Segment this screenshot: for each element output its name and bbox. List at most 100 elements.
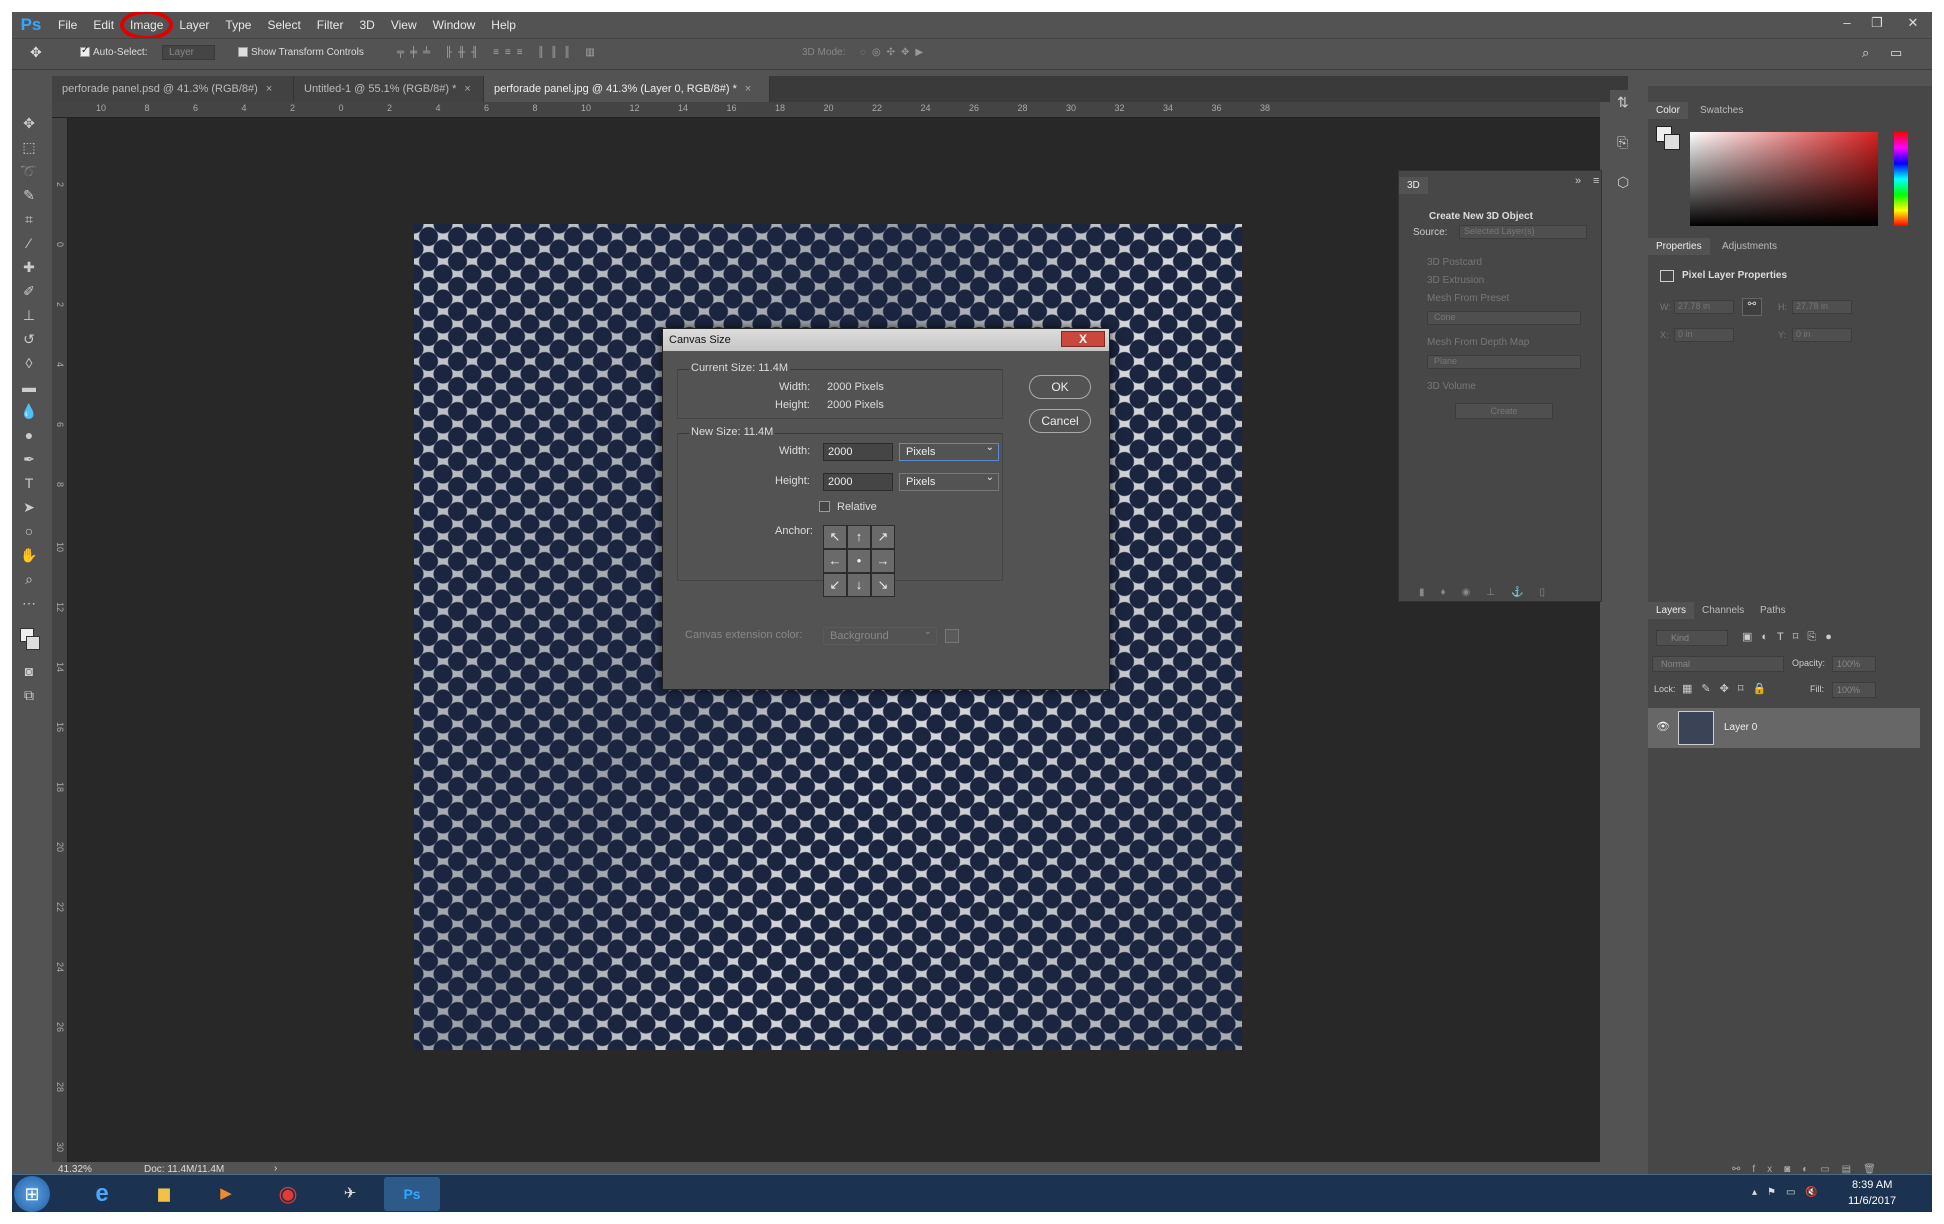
- tab-swatches[interactable]: Swatches: [1692, 102, 1751, 119]
- color-spectrum[interactable]: [1690, 132, 1878, 226]
- anchor-bottom-left[interactable]: ↙: [823, 573, 847, 597]
- x-input[interactable]: 0 in: [1674, 328, 1734, 342]
- menu-3d[interactable]: 3D: [351, 12, 382, 38]
- fill-input[interactable]: 100%: [1832, 682, 1876, 698]
- visibility-eye-icon[interactable]: 👁: [1656, 720, 1670, 733]
- show-transform-checkbox[interactable]: Show Transform Controls: [238, 47, 364, 58]
- anchor-top-left[interactable]: ↖: [823, 525, 847, 549]
- move-tool-icon[interactable]: ✥: [30, 44, 42, 61]
- background-color-swatch[interactable]: [26, 636, 40, 650]
- lasso-tool-icon[interactable]: ➰: [20, 162, 38, 180]
- eraser-tool-icon[interactable]: ◊: [20, 354, 38, 372]
- option-3d-volume[interactable]: 3D Volume: [1427, 381, 1476, 392]
- screen-mode-icon[interactable]: ⧉: [20, 686, 38, 704]
- clock-date[interactable]: 11/6/2017: [1848, 1195, 1896, 1207]
- layer-name[interactable]: Layer 0: [1724, 722, 1757, 733]
- height-unit-select[interactable]: Pixels: [899, 471, 999, 491]
- width-unit-select[interactable]: Pixels: [899, 441, 999, 461]
- tab-3d[interactable]: 3D: [1399, 177, 1428, 194]
- anchor-center[interactable]: •: [847, 549, 871, 573]
- layer-row-layer-0[interactable]: 👁 Layer 0: [1648, 708, 1920, 748]
- tab-color[interactable]: Color: [1648, 102, 1688, 119]
- quick-mask-icon[interactable]: ◙: [20, 662, 38, 680]
- lock-icons[interactable]: ▦✎✥⌑🔒: [1682, 682, 1775, 695]
- option-3d-extrusion[interactable]: 3D Extrusion: [1427, 275, 1484, 286]
- option-mesh-from-preset[interactable]: Mesh From Preset: [1427, 293, 1509, 304]
- width-input[interactable]: 2000: [823, 443, 893, 461]
- anchor-right[interactable]: →: [871, 549, 895, 573]
- hand-tool-icon[interactable]: ✋: [20, 546, 38, 564]
- tab-untitled-1[interactable]: Untitled-1 @ 55.1% (RGB/8#) * ×: [294, 76, 484, 102]
- eyedropper-tool-icon[interactable]: ⁄: [20, 234, 38, 252]
- move-tool-icon[interactable]: ✥: [20, 114, 38, 132]
- menu-view[interactable]: View: [383, 12, 425, 38]
- relative-checkbox[interactable]: [819, 501, 830, 512]
- workspace-icon[interactable]: ▭: [1890, 45, 1902, 61]
- chrome-taskbar-icon[interactable]: ◉: [260, 1177, 316, 1211]
- system-tray-icons[interactable]: ▴⚑▭🔇: [1752, 1187, 1828, 1198]
- 3d-panel-icon[interactable]: ⬡: [1617, 174, 1629, 191]
- preset-select[interactable]: Cone: [1427, 311, 1581, 325]
- app-taskbar-icon[interactable]: ✈: [322, 1177, 378, 1211]
- menu-filter[interactable]: Filter: [309, 12, 352, 38]
- 3d-mode-icons[interactable]: ◌◎✣✥▶: [860, 47, 929, 58]
- close-icon[interactable]: ×: [266, 83, 272, 95]
- anchor-bottom-right[interactable]: ↘: [871, 573, 895, 597]
- layer-filter-icons[interactable]: ▣◐T⌑⎘●: [1742, 630, 1841, 644]
- menu-file[interactable]: File: [50, 12, 85, 38]
- clock-time[interactable]: 8:39 AM: [1852, 1179, 1892, 1191]
- brush-tool-icon[interactable]: ✐: [20, 282, 38, 300]
- anchor-left[interactable]: ←: [823, 549, 847, 573]
- ie-taskbar-icon[interactable]: e: [74, 1177, 130, 1211]
- media-player-taskbar-icon[interactable]: ▶: [198, 1177, 254, 1211]
- quick-select-tool-icon[interactable]: ✎: [20, 186, 38, 204]
- extension-color-swatch[interactable]: [945, 629, 959, 643]
- tab-paths[interactable]: Paths: [1752, 602, 1794, 619]
- photoshop-taskbar-icon[interactable]: Ps: [384, 1177, 440, 1211]
- blend-mode-select[interactable]: Normal: [1652, 656, 1784, 672]
- ok-button[interactable]: OK: [1029, 375, 1091, 399]
- menu-image[interactable]: Image: [120, 12, 174, 40]
- more-tools-icon[interactable]: ⋯: [20, 594, 38, 612]
- history-panel-icon[interactable]: ⇅: [1617, 94, 1629, 111]
- opacity-input[interactable]: 100%: [1832, 656, 1876, 672]
- blur-tool-icon[interactable]: 💧: [20, 402, 38, 420]
- tab-layers[interactable]: Layers: [1648, 602, 1695, 619]
- anchor-top-right[interactable]: ↗: [871, 525, 895, 549]
- menu-select[interactable]: Select: [259, 12, 308, 38]
- panel-expand-icon[interactable]: »: [1575, 175, 1581, 187]
- tab-perforade-jpg[interactable]: perforade panel.jpg @ 41.3% (Layer 0, RG…: [484, 76, 770, 102]
- minimize-button[interactable]: –: [1832, 12, 1862, 34]
- shape-tool-icon[interactable]: ○: [20, 522, 38, 540]
- menu-help[interactable]: Help: [483, 12, 524, 38]
- auto-select-checkbox[interactable]: Auto-Select:: [80, 45, 147, 58]
- marquee-tool-icon[interactable]: ⬚: [20, 138, 38, 156]
- anchor-bottom[interactable]: ↓: [847, 573, 871, 597]
- close-icon[interactable]: ×: [745, 83, 751, 95]
- path-select-icon[interactable]: ➤: [20, 498, 38, 516]
- hue-slider[interactable]: [1894, 132, 1908, 226]
- source-select[interactable]: Selected Layer(s): [1459, 225, 1587, 239]
- dodge-tool-icon[interactable]: ●: [20, 426, 38, 444]
- type-tool-icon[interactable]: T: [20, 474, 38, 492]
- menu-window[interactable]: Window: [425, 12, 484, 38]
- menu-type[interactable]: Type: [217, 12, 259, 38]
- auto-select-dropdown[interactable]: Layer: [162, 45, 216, 60]
- create-3d-button[interactable]: Create: [1455, 403, 1553, 419]
- h-input[interactable]: 27.78 in: [1792, 300, 1852, 314]
- brush-panel-icon[interactable]: ⎘: [1617, 134, 1628, 151]
- menu-edit[interactable]: Edit: [85, 12, 122, 38]
- explorer-taskbar-icon[interactable]: ▆: [136, 1177, 192, 1211]
- stamp-tool-icon[interactable]: ⊥: [20, 306, 38, 324]
- pen-tool-icon[interactable]: ✒: [20, 450, 38, 468]
- close-icon[interactable]: ×: [464, 83, 470, 95]
- option-3d-postcard[interactable]: 3D Postcard: [1427, 257, 1482, 268]
- link-icon[interactable]: ⚯: [1742, 298, 1762, 316]
- crop-tool-icon[interactable]: ⌗: [20, 210, 38, 228]
- menu-layer[interactable]: Layer: [171, 12, 217, 38]
- restore-button[interactable]: ❐: [1862, 12, 1892, 34]
- dialog-close-button[interactable]: X: [1061, 331, 1105, 347]
- color-bg-swatch[interactable]: [1664, 134, 1680, 150]
- y-input[interactable]: 0 in: [1792, 328, 1852, 342]
- tab-channels[interactable]: Channels: [1694, 602, 1752, 619]
